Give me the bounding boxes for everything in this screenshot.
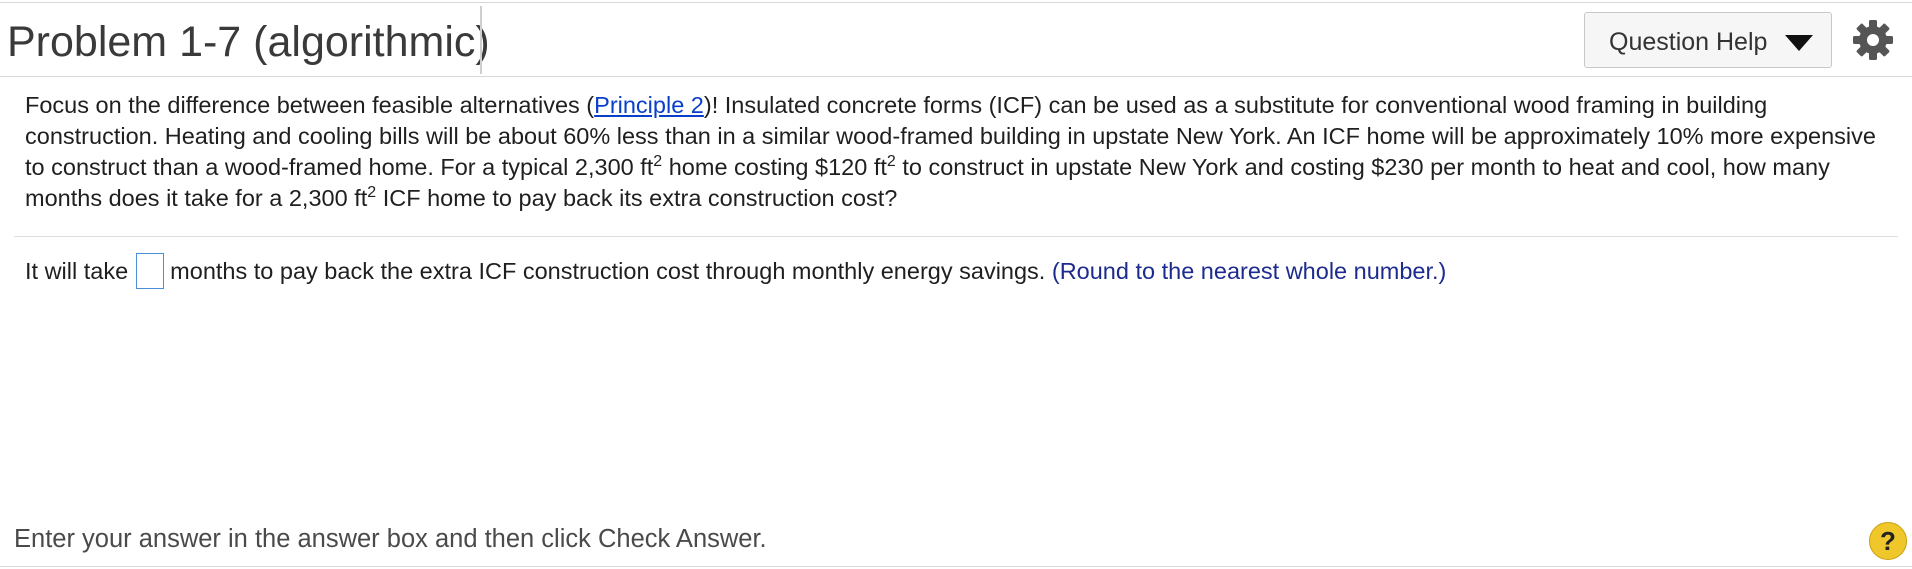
rounding-hint: (Round to the nearest whole number.) <box>1051 258 1447 284</box>
answer-sentence: It will take months to pay back the extra… <box>25 252 1447 291</box>
section-divider <box>14 236 1898 237</box>
footer-instruction: Enter your answer in the answer box and … <box>14 525 767 553</box>
question-part-5: ICF home to pay back its extra construct… <box>376 185 898 211</box>
principle-2-link[interactable]: Principle 2 <box>594 92 704 118</box>
caret-down-icon <box>1785 35 1813 51</box>
page-title: Problem 1-7 (algorithmic) <box>7 18 490 66</box>
question-part-1: Focus on the difference between feasible… <box>25 92 595 118</box>
answer-suffix: months to pay back the extra ICF constru… <box>170 258 1046 284</box>
bottom-divider <box>0 566 1912 567</box>
question-help-label: Question Help <box>1609 28 1768 56</box>
superscript-2: 2 <box>653 153 663 170</box>
superscript-2: 2 <box>367 184 377 201</box>
answer-prefix: It will take <box>25 258 129 284</box>
top-divider <box>0 2 1912 3</box>
superscript-2: 2 <box>886 153 896 170</box>
title-divider <box>480 6 482 74</box>
gear-icon[interactable] <box>1852 19 1894 61</box>
header-bar: Problem 1-7 (algorithmic) Question Help <box>0 4 1912 77</box>
question-text: Focus on the difference between feasible… <box>25 90 1895 214</box>
answer-input[interactable] <box>136 252 165 289</box>
help-icon[interactable]: ? <box>1869 522 1907 560</box>
question-help-button[interactable]: Question Help <box>1584 12 1832 68</box>
question-part-3: home costing $120 ft <box>662 154 887 180</box>
